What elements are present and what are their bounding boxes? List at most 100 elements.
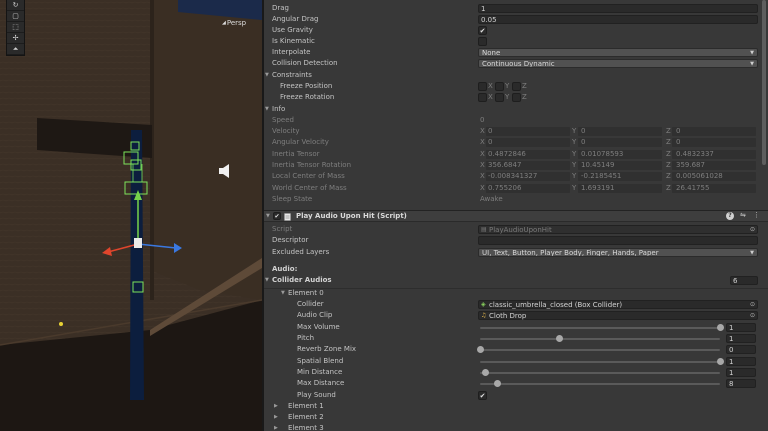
freeze-pos-y-checkbox[interactable] [495, 82, 504, 91]
element-2-row[interactable]: ▶ Element 2 [264, 412, 768, 423]
scene-view[interactable]: ↻ ▢ ⬚ ✢ ⏶ ◢ Persp [0, 0, 262, 431]
element-0-row[interactable]: ▼ Element 0 [264, 288, 768, 299]
min-distance-slider-track[interactable] [480, 372, 720, 374]
perspective-icon: ◢ [222, 20, 226, 26]
object-picker-icon[interactable]: ⊙ [750, 301, 755, 309]
element-1-row[interactable]: ▶ Element 1 [264, 401, 768, 412]
freeze-rot-x-label: X [488, 93, 493, 101]
scene-viewport[interactable] [0, 0, 262, 431]
inertia-rotation-row: Inertia Tensor Rotation X 356.6847 Y 10.… [264, 160, 768, 171]
gizmo-center [134, 238, 142, 248]
help-icon[interactable]: ? [726, 212, 734, 220]
freeze-rot-y-label: Y [505, 93, 510, 101]
foldout-open-icon[interactable]: ▼ [265, 70, 269, 81]
kebab-menu-icon[interactable]: ⋮ [753, 211, 760, 219]
use-gravity-checkbox[interactable]: ✔ [478, 26, 487, 35]
descriptor-input[interactable] [478, 236, 758, 245]
script-component-header[interactable]: ▼ ✔ Play Audio Upon Hit (Script) ? ⇋ ⋮ [264, 210, 768, 222]
inertia-tensor-x: 0.4872846 [488, 150, 526, 158]
audio-clip-label: Audio Clip [297, 311, 333, 319]
freeze-pos-x-checkbox[interactable] [478, 82, 487, 91]
spatial-blend-input[interactable]: 1 [726, 357, 756, 366]
foldout-closed-icon[interactable]: ▶ [274, 412, 278, 423]
axis-x-label: X [480, 172, 485, 180]
csharp-script-icon: ▤ [481, 226, 487, 233]
transform-tool-icon[interactable]: ⬚ [7, 22, 24, 33]
axis-y-label: Y [572, 138, 577, 146]
reverb-slider-track[interactable] [480, 349, 720, 351]
max-volume-slider-thumb[interactable] [717, 324, 724, 331]
object-picker-icon[interactable]: ⊙ [750, 312, 755, 320]
gizmo-toggle-icon[interactable]: ⏶ [7, 44, 24, 55]
excluded-layers-dropdown[interactable]: UI, Text, Button, Player Body, Finger, H… [478, 248, 758, 257]
collider-audios-row[interactable]: ▼ Collider Audios 6 [264, 275, 768, 286]
is-kinematic-checkbox[interactable] [478, 37, 487, 46]
foldout-open-icon[interactable]: ▼ [281, 288, 285, 299]
object-picker-icon[interactable]: ⊙ [750, 226, 755, 234]
audio-clip-icon: ♫ [481, 312, 487, 319]
collider-audios-count[interactable]: 6 [730, 276, 758, 285]
max-distance-input[interactable]: 8 [726, 379, 756, 388]
freeze-rotation-label: Freeze Rotation [280, 93, 335, 101]
freeze-pos-z-checkbox[interactable] [512, 82, 521, 91]
foldout-closed-icon[interactable]: ▶ [274, 401, 278, 412]
interpolate-dropdown[interactable]: None ▼ [478, 48, 758, 57]
audio-clip-row: Audio Clip ♫ Cloth Drop ⊙ [264, 310, 768, 321]
min-distance-slider-thumb[interactable] [481, 369, 489, 376]
max-distance-slider-track[interactable] [480, 383, 720, 385]
collider-field[interactable]: ◈ classic_umbrella_closed (Box Collider)… [478, 300, 758, 309]
velocity-label: Velocity [272, 127, 300, 135]
orbit-tool-icon[interactable]: ↻ [7, 0, 24, 11]
angular-velocity-row: Angular Velocity X 0 Y 0 Z 0 [264, 137, 768, 148]
freeze-pos-x-label: X [488, 82, 493, 90]
pitch-slider-track[interactable] [480, 338, 720, 340]
foldout-open-icon[interactable]: ▼ [265, 104, 269, 115]
custom-tool-icon[interactable]: ✢ [7, 33, 24, 44]
rect-tool-icon[interactable]: ▢ [7, 11, 24, 22]
foldout-open-icon[interactable]: ▼ [265, 275, 269, 286]
is-kinematic-label: Is Kinematic [272, 37, 315, 45]
speaker-icon[interactable] [218, 163, 232, 179]
element-0-label: Element 0 [288, 289, 324, 297]
script-label: Script [272, 225, 293, 233]
inertia-rotation-x: 356.6847 [488, 161, 522, 169]
spatial-blend-slider-track[interactable] [480, 361, 720, 363]
local-center-row: Local Center of Mass X -0.008341327 Y -0… [264, 171, 768, 182]
angular-drag-field[interactable]: 0.05 [478, 15, 758, 24]
foldout-open-icon[interactable]: ▼ [266, 211, 270, 222]
axis-x-label: X [480, 150, 485, 158]
wall-panel-right [150, 0, 262, 300]
constraints-row[interactable]: ▼ Constraints [264, 70, 768, 81]
foldout-closed-icon[interactable]: ▶ [274, 423, 278, 431]
freeze-rot-x-checkbox[interactable] [478, 93, 487, 102]
freeze-rot-z-checkbox[interactable] [512, 93, 521, 102]
max-volume-input[interactable]: 1 [726, 323, 756, 332]
world-center-y: 1.693191 [581, 184, 615, 192]
play-sound-checkbox[interactable]: ✔ [478, 391, 487, 400]
collision-dropdown[interactable]: Continuous Dynamic ▼ [478, 59, 758, 68]
freeze-rot-y-checkbox[interactable] [495, 93, 504, 102]
element-3-row[interactable]: ▶ Element 3 [264, 423, 768, 431]
chevron-down-icon: ▼ [750, 50, 754, 56]
reverb-input[interactable]: 0 [726, 345, 756, 354]
drag-field[interactable]: 1 [478, 4, 758, 13]
collider-row: Collider ◈ classic_umbrella_closed (Box … [264, 299, 768, 310]
pitch-slider-thumb[interactable] [556, 335, 564, 342]
projection-toggle[interactable]: ◢ Persp [222, 19, 246, 27]
audio-clip-field[interactable]: ♫ Cloth Drop ⊙ [478, 311, 758, 320]
min-distance-input[interactable]: 1 [726, 368, 756, 377]
max-distance-label: Max Distance [297, 379, 345, 387]
max-distance-slider-thumb[interactable] [493, 380, 501, 387]
info-row[interactable]: ▼ Info [264, 104, 768, 115]
inertia-tensor-row: Inertia Tensor X 0.4872846 Y 0.01078593 … [264, 149, 768, 160]
preset-icon[interactable]: ⇋ [740, 211, 746, 219]
pitch-input[interactable]: 1 [726, 334, 756, 343]
descriptor-label: Descriptor [272, 236, 309, 244]
max-volume-slider-track[interactable] [480, 327, 720, 329]
interpolate-label: Interpolate [272, 48, 311, 56]
spatial-blend-slider-thumb[interactable] [717, 358, 724, 365]
component-enabled-checkbox[interactable]: ✔ [273, 212, 281, 220]
reverb-slider-thumb[interactable] [477, 346, 484, 353]
axis-z-label: Z [666, 150, 671, 158]
angular-velocity-x: 0 [488, 138, 493, 146]
